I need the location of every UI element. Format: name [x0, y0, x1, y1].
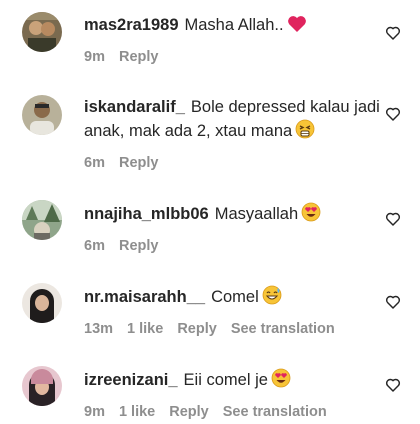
comment-time: 9m: [84, 49, 105, 65]
comment-meta: 9m 1 like Reply See translation: [84, 404, 384, 420]
comment-time: 6m: [84, 238, 105, 254]
comment-body: Comel: [211, 288, 259, 306]
like-heart-icon[interactable]: [385, 377, 401, 393]
comment-body: Masyaallah: [214, 205, 299, 223]
comment-body: Eii comel je: [183, 371, 268, 389]
comment-body: Masha Allah..: [184, 16, 284, 34]
reply-button[interactable]: Reply: [169, 404, 209, 420]
likes-count[interactable]: 1 like: [127, 321, 163, 337]
see-translation-link[interactable]: See translation: [231, 321, 335, 337]
comment-text: nr.maisarahh__ Comel: [84, 285, 384, 312]
comment-text: iskandaralif_ Bole depressed kalau jadi a…: [84, 96, 384, 146]
reply-button[interactable]: Reply: [119, 49, 159, 65]
comment-text: izreenizani_ Eii comel je: [84, 368, 384, 395]
like-heart-icon[interactable]: [385, 211, 401, 227]
comment-time: 6m: [84, 155, 105, 171]
comment-username[interactable]: iskandaralif_: [84, 98, 185, 116]
comment-text: mas2ra1989 Masha Allah..: [84, 14, 384, 40]
comment-time: 9m: [84, 404, 105, 420]
comment-username[interactable]: izreenizani_: [84, 371, 178, 389]
avatar[interactable]: [22, 366, 62, 406]
reply-button[interactable]: Reply: [119, 155, 159, 171]
avatar[interactable]: [22, 283, 62, 323]
likes-count[interactable]: 1 like: [119, 404, 155, 420]
see-translation-link[interactable]: See translation: [223, 404, 327, 420]
avatar[interactable]: [22, 200, 62, 240]
comment-meta: 6m Reply: [84, 238, 384, 254]
comment-time: 13m: [84, 321, 114, 337]
heart-eyes-emoji-icon: [301, 202, 321, 229]
heart-eyes-emoji-icon: [271, 368, 291, 395]
comment-username[interactable]: nnajiha_mlbb06: [84, 205, 209, 223]
tired-face-emoji-icon: [295, 119, 315, 146]
avatar[interactable]: [22, 95, 62, 135]
like-heart-icon[interactable]: [385, 25, 401, 41]
comment-username[interactable]: nr.maisarahh__: [84, 288, 205, 306]
comment-meta: 6m Reply: [84, 155, 384, 171]
comment-meta: 13m 1 like Reply See translation: [84, 321, 384, 337]
grinning-sweat-emoji-icon: [262, 285, 282, 312]
comment-text: nnajiha_mlbb06 Masyaallah: [84, 202, 384, 229]
like-heart-icon[interactable]: [385, 294, 401, 310]
reply-button[interactable]: Reply: [119, 238, 159, 254]
avatar[interactable]: [22, 12, 62, 52]
reply-button[interactable]: Reply: [177, 321, 217, 337]
like-heart-icon[interactable]: [385, 106, 401, 122]
comment-username[interactable]: mas2ra1989: [84, 16, 179, 34]
comment-meta: 9m Reply: [84, 49, 384, 65]
red-heart-emoji-icon: [287, 15, 307, 40]
